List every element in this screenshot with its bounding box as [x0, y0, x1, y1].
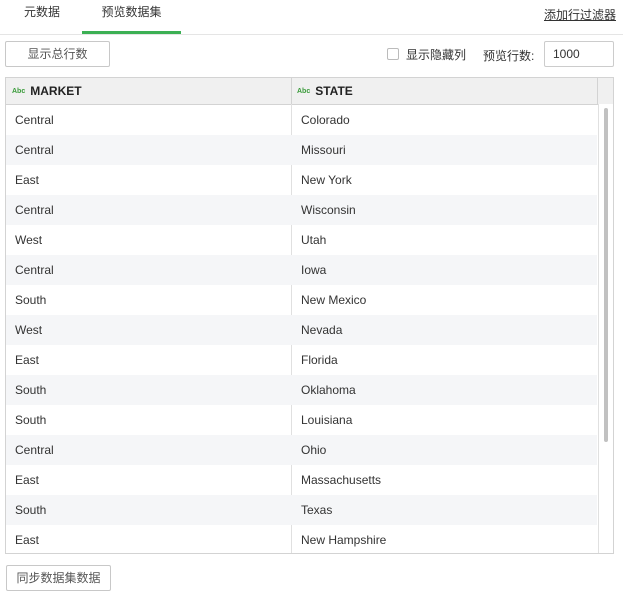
cell-market: East [15, 533, 40, 547]
column-header-market[interactable]: Abc MARKET [12, 78, 82, 104]
cell-market: West [15, 323, 43, 337]
cell-market: South [15, 383, 47, 397]
cell-market: Central [15, 263, 54, 277]
column-header-label: MARKET [30, 84, 82, 98]
cell-state: Utah [301, 233, 327, 247]
show-hidden-columns-label: 显示隐藏列 [406, 47, 467, 62]
table-row[interactable]: East New York [6, 165, 597, 195]
table-row[interactable]: Central Colorado [6, 105, 597, 135]
cell-market: Central [15, 203, 54, 217]
text-type-icon: Abc [297, 88, 311, 95]
preview-rows-input[interactable] [544, 41, 614, 67]
cell-market: South [15, 503, 47, 517]
cell-market: West [15, 233, 43, 247]
show-total-rows-button[interactable]: 显示总行数 [5, 41, 110, 67]
show-hidden-columns-toggle[interactable]: 显示隐藏列 [387, 46, 466, 62]
cell-market: East [15, 473, 40, 487]
cell-state: Florida [301, 353, 338, 367]
grid-body: Central Colorado Central Missouri East New Yo… [6, 105, 597, 553]
table-row[interactable]: East New Hampshire [6, 525, 597, 553]
cell-state: New York [301, 173, 352, 187]
cell-market: East [15, 353, 40, 367]
cell-market: Central [15, 113, 54, 127]
cell-state: Missouri [301, 143, 346, 157]
vertical-scrollbar[interactable] [598, 104, 613, 553]
column-divider [597, 78, 598, 104]
preview-rows-label: 预览行数: [483, 49, 535, 63]
cell-state: New Mexico [301, 293, 367, 307]
tab-preview-dataset[interactable]: 预览数据集 [82, 0, 181, 34]
column-divider[interactable] [291, 78, 292, 104]
show-hidden-columns-checkbox[interactable] [387, 48, 399, 60]
cell-state: Texas [301, 503, 333, 517]
cell-state: Ohio [301, 443, 327, 457]
add-row-filter-link[interactable]: 添加行过滤器 [544, 6, 616, 23]
column-header-state[interactable]: Abc STATE [297, 78, 353, 104]
cell-state: Colorado [301, 113, 350, 127]
table-row[interactable]: South Louisiana [6, 405, 597, 435]
table-row[interactable]: East Florida [6, 345, 597, 375]
cell-state: Wisconsin [301, 203, 356, 217]
cell-state: New Hampshire [301, 533, 387, 547]
cell-market: South [15, 293, 47, 307]
table-row[interactable]: Central Wisconsin [6, 195, 597, 225]
text-type-icon: Abc [12, 88, 26, 95]
cell-market: Central [15, 443, 54, 457]
grid-header: Abc MARKET Abc STATE [6, 78, 613, 105]
cell-market: East [15, 173, 40, 187]
table-row[interactable]: West Utah [6, 225, 597, 255]
table-row[interactable]: South Texas [6, 495, 597, 525]
cell-state: Nevada [301, 323, 343, 337]
cell-state: Iowa [301, 263, 327, 277]
table-row[interactable]: Central Missouri [6, 135, 597, 165]
sync-dataset-data-button[interactable]: 同步数据集数据 [6, 565, 111, 591]
table-row[interactable]: Central Ohio [6, 435, 597, 465]
column-header-label: STATE [315, 84, 353, 98]
cell-state: Oklahoma [301, 383, 356, 397]
cell-market: South [15, 413, 47, 427]
table-row[interactable]: South Oklahoma [6, 375, 597, 405]
cell-state: Massachusetts [301, 473, 382, 487]
scrollbar-thumb[interactable] [604, 108, 608, 442]
data-preview-grid: Abc MARKET Abc STATE Central Colorado Centra… [5, 77, 614, 554]
table-row[interactable]: South New Mexico [6, 285, 597, 315]
tab-bar: 元数据 预览数据集 添加行过滤器 [0, 0, 623, 35]
tab-metadata[interactable]: 元数据 [8, 0, 76, 34]
table-row[interactable]: East Massachusetts [6, 465, 597, 495]
cell-market: Central [15, 143, 54, 157]
table-row[interactable]: West Nevada [6, 315, 597, 345]
table-row[interactable]: Central Iowa [6, 255, 597, 285]
cell-state: Louisiana [301, 413, 353, 427]
